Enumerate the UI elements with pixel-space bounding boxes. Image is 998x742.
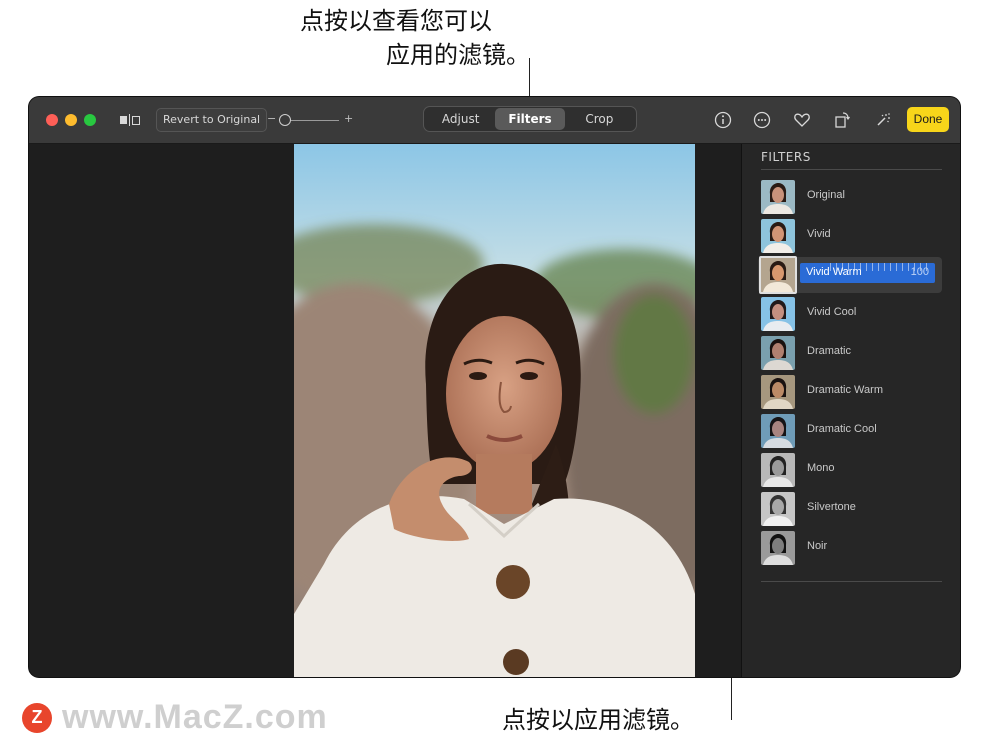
filter-label: Dramatic [807, 345, 852, 357]
compare-icon[interactable] [120, 114, 140, 126]
callout-top-line2: 应用的滤镜。 [386, 41, 530, 69]
revert-to-original-button[interactable]: Revert to Original [156, 108, 268, 132]
filter-dramatic-cool[interactable]: Dramatic Cool [758, 413, 942, 449]
tab-crop[interactable]: Crop [565, 108, 634, 130]
intensity-value: 100 [910, 266, 929, 278]
filter-label: Mono [807, 462, 835, 474]
filter-label: Vivid [807, 228, 831, 240]
filter-label: Noir [807, 540, 828, 552]
zoom-out-label: − [267, 112, 277, 125]
filter-thumbnail [759, 256, 797, 294]
filter-thumbnail [761, 531, 795, 565]
filter-vivid-warm[interactable]: Vivid Warm 100 [758, 256, 942, 294]
filter-silvertone[interactable]: Silvertone [758, 491, 942, 527]
callout-top-line1: 点按以查看您可以 [300, 7, 492, 35]
filter-label: Vivid Warm [806, 266, 862, 278]
tab-filters[interactable]: Filters [495, 108, 565, 130]
filter-thumbnail [761, 492, 795, 526]
watermark: Z www.MacZ.com [22, 698, 328, 737]
more-icon[interactable] [751, 109, 773, 131]
filter-thumbnail [761, 219, 795, 253]
done-button[interactable]: Done [907, 107, 949, 132]
filters-sidebar: FILTERS Original Vivid Vivid Warm 100 Vi… [741, 144, 960, 677]
filter-thumbnail [761, 453, 795, 487]
info-icon[interactable] [712, 109, 734, 131]
filter-vivid-cool[interactable]: Vivid Cool [758, 296, 942, 332]
filter-vivid[interactable]: Vivid [758, 218, 942, 254]
zoom-slider[interactable]: − + [267, 112, 357, 128]
filter-label: Dramatic Cool [807, 423, 877, 435]
callout-apply-filter: 点按以应用滤镜。 [502, 706, 694, 734]
photo-preview [294, 144, 695, 677]
zoom-slider-knob[interactable] [279, 114, 291, 126]
filter-label: Original [807, 189, 845, 201]
filter-thumbnail [761, 297, 795, 331]
watermark-text: www.MacZ.com [62, 698, 328, 736]
edit-mode-tabs: Adjust Filters Crop [423, 106, 637, 132]
filters-heading: FILTERS [761, 150, 811, 164]
filter-label: Silvertone [807, 501, 856, 513]
divider [761, 169, 942, 170]
filter-mono[interactable]: Mono [758, 452, 942, 488]
toolbar: Revert to Original − + Adjust Filters Cr… [29, 97, 960, 144]
photos-edit-window: Revert to Original − + Adjust Filters Cr… [29, 97, 960, 677]
rotate-icon[interactable] [831, 109, 853, 131]
minimize-window-button[interactable] [65, 114, 77, 126]
filter-original[interactable]: Original [758, 179, 942, 215]
filter-dramatic[interactable]: Dramatic [758, 335, 942, 371]
filter-label: Vivid Cool [807, 306, 857, 318]
filter-noir[interactable]: Noir [758, 530, 942, 566]
tab-adjust[interactable]: Adjust [426, 108, 495, 130]
filter-thumbnail [761, 180, 795, 214]
callout-view-filters: 点按以查看您可以 应用的滤镜。 [290, 4, 530, 72]
heart-icon[interactable] [791, 109, 813, 131]
divider [761, 581, 942, 582]
filter-thumbnail [761, 414, 795, 448]
magic-wand-icon[interactable] [871, 109, 893, 131]
filter-thumbnail [761, 375, 795, 409]
zoom-in-label: + [344, 112, 354, 125]
filter-label: Dramatic Warm [807, 384, 883, 396]
zoom-window-button[interactable] [84, 114, 96, 126]
filter-thumbnail [761, 336, 795, 370]
filter-dramatic-warm[interactable]: Dramatic Warm [758, 374, 942, 410]
filter-intensity-slider[interactable]: Vivid Warm 100 [800, 263, 935, 283]
watermark-logo: Z [22, 702, 52, 733]
close-window-button[interactable] [46, 114, 58, 126]
